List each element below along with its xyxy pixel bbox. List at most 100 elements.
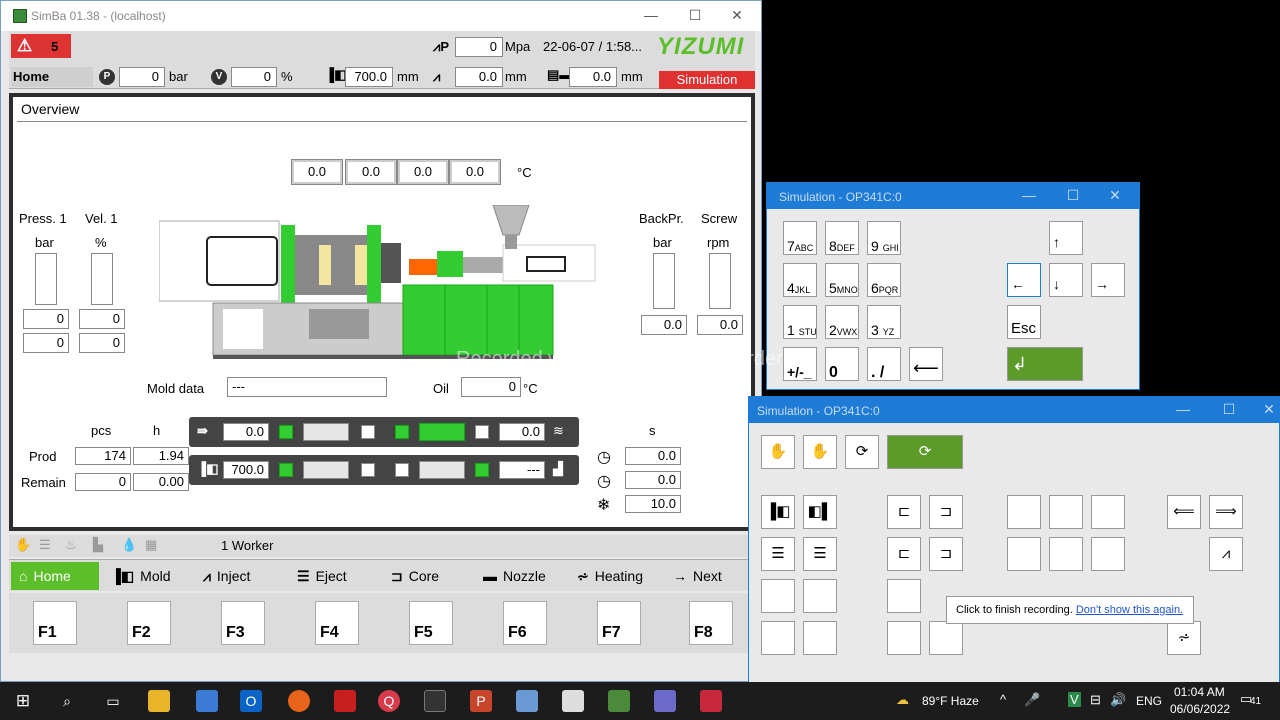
f4-key[interactable]: F4 <box>315 601 359 645</box>
f5-key[interactable]: F5 <box>409 601 453 645</box>
volume-icon[interactable]: 🔊 <box>1110 692 1126 708</box>
terminal-icon[interactable] <box>424 690 446 712</box>
mold-data-field[interactable]: --- <box>227 377 387 397</box>
core1-in-button[interactable]: ⊏ <box>887 495 921 529</box>
arrow-up-key[interactable]: ↑ <box>1049 221 1083 255</box>
search-icon[interactable]: ⌕ <box>56 690 78 712</box>
core2-out-button[interactable]: ⊐ <box>929 537 963 571</box>
spare-button[interactable] <box>761 621 795 655</box>
enter-key[interactable]: ↲ <box>1007 347 1083 381</box>
escape-key[interactable]: Esc <box>1007 305 1041 339</box>
mold-icon[interactable]: ▦ <box>145 537 157 553</box>
key-9[interactable]: 9 GHI <box>867 221 901 255</box>
tray-icon[interactable]: V <box>1068 692 1081 707</box>
nozzle-back-button[interactable]: ⟹ <box>1209 495 1243 529</box>
manual-icon[interactable]: ✋ <box>15 537 31 553</box>
minimize-button[interactable]: — <box>1015 185 1043 205</box>
spare-button[interactable] <box>761 579 795 613</box>
inject-button[interactable]: ⩘ <box>1209 537 1243 571</box>
f6-key[interactable]: F6 <box>503 601 547 645</box>
spare-button[interactable] <box>1049 537 1083 571</box>
chart-icon[interactable]: ▙ <box>93 537 103 553</box>
f7-key[interactable]: F7 <box>597 601 641 645</box>
temp-zone-4[interactable]: 0.0 <box>449 159 501 185</box>
app-icon[interactable]: Q <box>378 690 400 712</box>
tab-nozzle[interactable]: ▬ Nozzle <box>483 562 573 590</box>
clock-time[interactable]: 01:04 AM <box>1174 685 1225 699</box>
key-2[interactable]: 2VWX <box>825 305 859 339</box>
tab-inject[interactable]: ⩘ Inject <box>203 562 289 590</box>
minimize-button[interactable]: — <box>1169 399 1197 419</box>
app-icon[interactable] <box>196 690 218 712</box>
mold-open-button[interactable]: ◧▌ <box>803 495 837 529</box>
key-4[interactable]: 4JKL <box>783 263 817 297</box>
eject-forward-button[interactable]: ☰ <box>803 537 837 571</box>
close-button[interactable]: ✕ <box>723 5 751 25</box>
recorder-icon[interactable] <box>700 690 722 712</box>
key-sign[interactable]: +/-_ <box>783 347 817 381</box>
key-3[interactable]: 3 YZ <box>867 305 901 339</box>
spare-button[interactable] <box>929 621 963 655</box>
key-dot[interactable]: . / <box>867 347 901 381</box>
microphone-icon[interactable]: 🎤 <box>1024 692 1040 708</box>
heating-button[interactable]: ⩫ <box>1167 621 1201 655</box>
spare-button[interactable] <box>887 579 921 613</box>
tab-mold[interactable]: ▐◧ Mold <box>111 562 195 590</box>
core2-in-button[interactable]: ⊏ <box>887 537 921 571</box>
semi-auto-button[interactable]: ⟳ <box>845 435 879 469</box>
dont-show-link[interactable]: Don't show this again. <box>1076 604 1183 616</box>
simba-icon[interactable] <box>608 690 630 712</box>
mold-close-button[interactable]: ▐◧ <box>761 495 795 529</box>
key-6[interactable]: 6PQR <box>867 263 901 297</box>
spare-button[interactable] <box>1091 537 1125 571</box>
tab-core[interactable]: ⊐ Core <box>391 562 475 590</box>
backspace-key[interactable]: ⟵ <box>909 347 943 381</box>
alarm-button[interactable]: ⚠ 5 <box>11 34 71 58</box>
arrow-down-key[interactable]: ↓ <box>1049 263 1083 297</box>
temp-zone-1[interactable]: 0.0 <box>291 159 343 185</box>
start-icon[interactable]: ⊞ <box>12 690 34 712</box>
chevron-up-icon[interactable]: ^ <box>1000 692 1006 707</box>
network-icon[interactable]: ⊟ <box>1090 692 1101 708</box>
arrow-right-key[interactable]: → <box>1091 263 1125 297</box>
tab-home[interactable]: ⌂ Home <box>11 562 99 590</box>
clock-date[interactable]: 06/06/2022 <box>1170 702 1230 716</box>
app-icon[interactable] <box>516 690 538 712</box>
f3-key[interactable]: F3 <box>221 601 265 645</box>
language-indicator[interactable]: ENG <box>1136 694 1162 708</box>
recording-tooltip[interactable]: Click to finish recording. Don't show th… <box>946 596 1194 624</box>
core1-out-button[interactable]: ⊐ <box>929 495 963 529</box>
outlook-icon[interactable]: O <box>240 690 262 712</box>
app-icon[interactable] <box>654 690 676 712</box>
spare-button[interactable] <box>803 621 837 655</box>
weather-text[interactable]: 89°F Haze <box>922 694 979 708</box>
f2-key[interactable]: F2 <box>127 601 171 645</box>
tab-next[interactable]: → Next <box>673 562 753 590</box>
maximize-button[interactable]: ☐ <box>681 5 709 25</box>
f1-key[interactable]: F1 <box>33 601 77 645</box>
eject-back-button[interactable]: ☰ <box>761 537 795 571</box>
setup-mode-button[interactable]: ✋ <box>803 435 837 469</box>
file-explorer-icon[interactable] <box>148 690 170 712</box>
key-5[interactable]: 5MNO <box>825 263 859 297</box>
key-1[interactable]: 1 STU <box>783 305 817 339</box>
key-8[interactable]: 8DEF <box>825 221 859 255</box>
temp-zone-2[interactable]: 0.0 <box>345 159 397 185</box>
spare-button[interactable] <box>1049 495 1083 529</box>
spare-button[interactable] <box>1007 495 1041 529</box>
powerpoint-icon[interactable]: P <box>470 690 492 712</box>
tab-eject[interactable]: ☰ Eject <box>297 562 381 590</box>
app-icon[interactable] <box>334 690 356 712</box>
spare-button[interactable] <box>1091 495 1125 529</box>
tab-heating[interactable]: ⩫ Heating <box>577 562 665 590</box>
maximize-button[interactable]: ☐ <box>1059 185 1087 205</box>
temp-zone-3[interactable]: 0.0 <box>397 159 449 185</box>
close-button[interactable]: ✕ <box>1255 399 1280 419</box>
spare-button[interactable] <box>887 621 921 655</box>
nozzle-forward-button[interactable]: ⟸ <box>1167 495 1201 529</box>
app-icon[interactable] <box>562 690 584 712</box>
auto-mode-button[interactable]: ⟳ <box>887 435 963 469</box>
heat-icon[interactable]: ♨ <box>65 537 77 553</box>
arrow-left-key[interactable]: ← <box>1007 263 1041 297</box>
key-0[interactable]: 0 <box>825 347 859 381</box>
